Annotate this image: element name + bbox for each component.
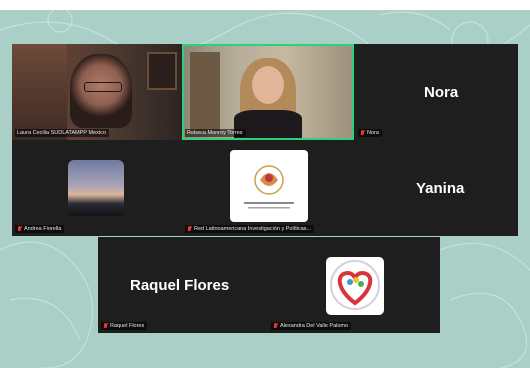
network-logo-icon bbox=[244, 165, 294, 209]
participant-tile-rebeca[interactable]: Rebeca Monroy Torres bbox=[182, 44, 354, 140]
participant-name-tag: Laura Cecilia SUDLATAMPP Mexico bbox=[15, 129, 109, 137]
participant-tile-red-latinoamericana[interactable]: Red Latinoamericana Investigación y Polí… bbox=[182, 140, 354, 236]
participant-photo bbox=[326, 257, 384, 315]
participant-display-name: Raquel Flores bbox=[130, 277, 230, 294]
participant-name-tag: Andrea Fiorella bbox=[15, 225, 65, 233]
participant-name-label: Rebeca Monroy Torres bbox=[187, 130, 243, 136]
participant-name-tag: Nora bbox=[358, 129, 382, 137]
participant-photo bbox=[230, 150, 308, 222]
heart-logo-icon bbox=[330, 260, 380, 310]
participant-tile-nora[interactable]: Nora Nora bbox=[354, 44, 518, 140]
mic-muted-icon bbox=[273, 323, 278, 329]
participant-name-label: Red Latinoamericana Investigación y Polí… bbox=[194, 226, 312, 232]
participant-name-label: Laura Cecilia SUDLATAMPP Mexico bbox=[17, 130, 106, 136]
participant-tile-andrea[interactable]: Andrea Fiorella bbox=[12, 140, 182, 236]
participant-name-label: Raquel Flores bbox=[110, 323, 145, 329]
participant-display-name: Yanina bbox=[416, 180, 465, 197]
participant-tile-yanina[interactable]: Yanina bbox=[354, 140, 518, 236]
participant-name-label: Nora bbox=[367, 130, 379, 136]
participant-name-label: Andrea Fiorella bbox=[24, 226, 62, 232]
participant-name-tag: Raquel Flores bbox=[101, 322, 148, 330]
mic-muted-icon bbox=[17, 226, 22, 232]
participant-name-tag: Red Latinoamericana Investigación y Polí… bbox=[185, 225, 315, 233]
participant-glasses bbox=[84, 82, 122, 92]
participant-tile-alexandra[interactable]: Alexandra Del Valle Palomo bbox=[268, 237, 440, 333]
mic-muted-icon bbox=[187, 226, 192, 232]
participant-tile-raquel[interactable]: Raquel Flores Raquel Flores bbox=[98, 237, 268, 333]
mic-muted-icon bbox=[103, 323, 108, 329]
background-bookshelf bbox=[12, 44, 67, 140]
participant-face bbox=[252, 66, 284, 104]
participant-name-label: Alexandra Del Valle Palomo bbox=[280, 323, 349, 329]
participant-photo bbox=[68, 160, 124, 216]
background-picture bbox=[147, 52, 177, 90]
participant-name-tag: Rebeca Monroy Torres bbox=[185, 129, 246, 137]
participant-display-name: Nora bbox=[424, 84, 459, 101]
top-frame-edge bbox=[0, 0, 530, 10]
background-door bbox=[190, 52, 220, 132]
participant-name-tag: Alexandra Del Valle Palomo bbox=[271, 322, 352, 330]
participant-tile-laura[interactable]: Laura Cecilia SUDLATAMPP Mexico bbox=[12, 44, 182, 140]
mic-muted-icon bbox=[360, 130, 365, 136]
